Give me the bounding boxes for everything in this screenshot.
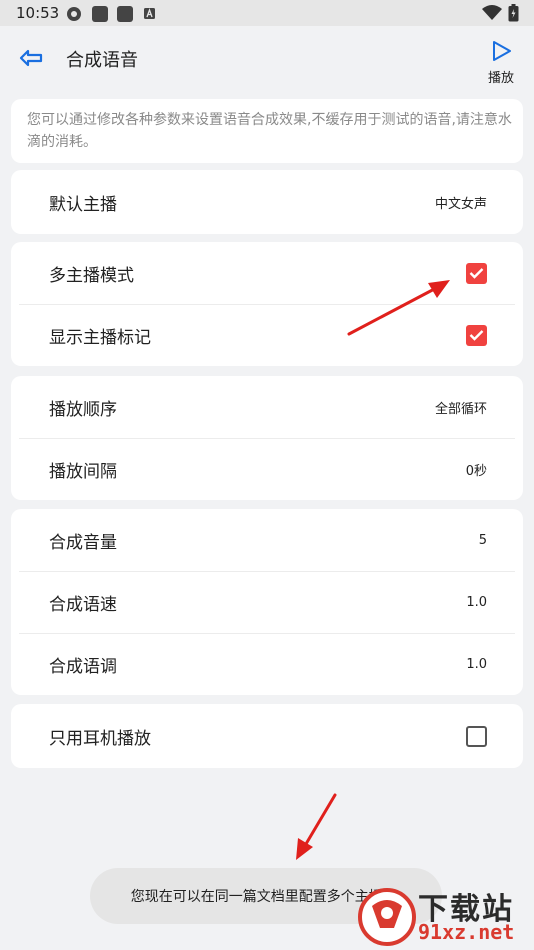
app-notification-icon	[92, 6, 108, 22]
play-label: 播放	[487, 71, 514, 86]
pitch-value: 1.0	[466, 656, 487, 672]
play-interval-row[interactable]: 播放间隔 0秒	[11, 438, 523, 500]
volume-value: 5	[478, 532, 487, 548]
watermark-url: 91xz.net	[418, 920, 515, 944]
wifi-icon	[482, 5, 502, 20]
headphone-card: 只用耳机播放	[11, 704, 523, 768]
play-button[interactable]: 播放	[484, 40, 518, 86]
speed-value: 1.0	[466, 594, 487, 610]
show-anchor-mark-row[interactable]: 显示主播标记	[11, 304, 523, 366]
play-interval-label: 播放间隔	[49, 461, 117, 482]
volume-label: 合成音量	[49, 532, 117, 553]
multi-anchor-mode-label: 多主播模式	[49, 265, 134, 286]
status-bar: 10:53	[0, 0, 534, 26]
default-anchor-value: 中文女声	[434, 196, 487, 212]
default-anchor-row[interactable]: 默认主播 中文女声	[11, 170, 523, 234]
back-button[interactable]	[18, 44, 48, 74]
checkmark-icon	[469, 268, 484, 279]
play-order-label: 播放顺序	[49, 399, 117, 420]
watermark: 下载站 91xz.net	[358, 884, 532, 948]
page-title: 合成语音	[66, 50, 138, 71]
info-note-card: 您可以通过修改各种参数来设置语音合成效果,不缓存用于测试的语音,请注意水滴的消耗…	[11, 99, 523, 163]
play-order-row[interactable]: 播放顺序 全部循环	[11, 376, 523, 438]
battery-icon	[508, 4, 519, 22]
status-time: 10:53	[16, 4, 60, 22]
app-bar: 合成语音 播放	[0, 26, 534, 92]
volume-row[interactable]: 合成音量 5	[11, 509, 523, 571]
anchor-mode-card: 多主播模式 显示主播标记	[11, 242, 523, 366]
playback-card: 播放顺序 全部循环 播放间隔 0秒	[11, 376, 523, 500]
play-icon	[493, 41, 511, 61]
app-notification-icon-2	[117, 6, 133, 22]
default-anchor-label: 默认主播	[49, 194, 117, 215]
default-anchor-card: 默认主播 中文女声	[11, 170, 523, 234]
pitch-row[interactable]: 合成语调 1.0	[11, 633, 523, 695]
synthesis-params-card: 合成音量 5 合成语速 1.0 合成语调 1.0	[11, 509, 523, 695]
headphone-only-label: 只用耳机播放	[49, 728, 151, 749]
multi-anchor-mode-row[interactable]: 多主播模式	[11, 242, 523, 304]
watermark-logo-icon	[358, 888, 416, 946]
keyboard-a-icon	[144, 8, 155, 19]
multi-anchor-mode-checkbox[interactable]	[466, 262, 487, 284]
speed-row[interactable]: 合成语速 1.0	[11, 571, 523, 633]
sync-icon	[67, 7, 81, 21]
speed-label: 合成语速	[49, 594, 117, 615]
back-arrow-icon	[19, 49, 43, 67]
checkmark-icon	[469, 330, 484, 341]
annotation-arrow-bottom	[296, 793, 337, 860]
info-note-text: 您可以通过修改各种参数来设置语音合成效果,不缓存用于测试的语音,请注意水滴的消耗…	[27, 112, 512, 150]
pitch-label: 合成语调	[49, 656, 117, 677]
play-interval-value: 0秒	[465, 463, 487, 479]
headphone-only-row[interactable]: 只用耳机播放	[11, 704, 523, 768]
show-anchor-mark-checkbox[interactable]	[466, 324, 487, 346]
show-anchor-mark-label: 显示主播标记	[49, 327, 151, 348]
headphone-only-checkbox[interactable]	[466, 725, 487, 747]
play-order-value: 全部循环	[434, 401, 487, 417]
